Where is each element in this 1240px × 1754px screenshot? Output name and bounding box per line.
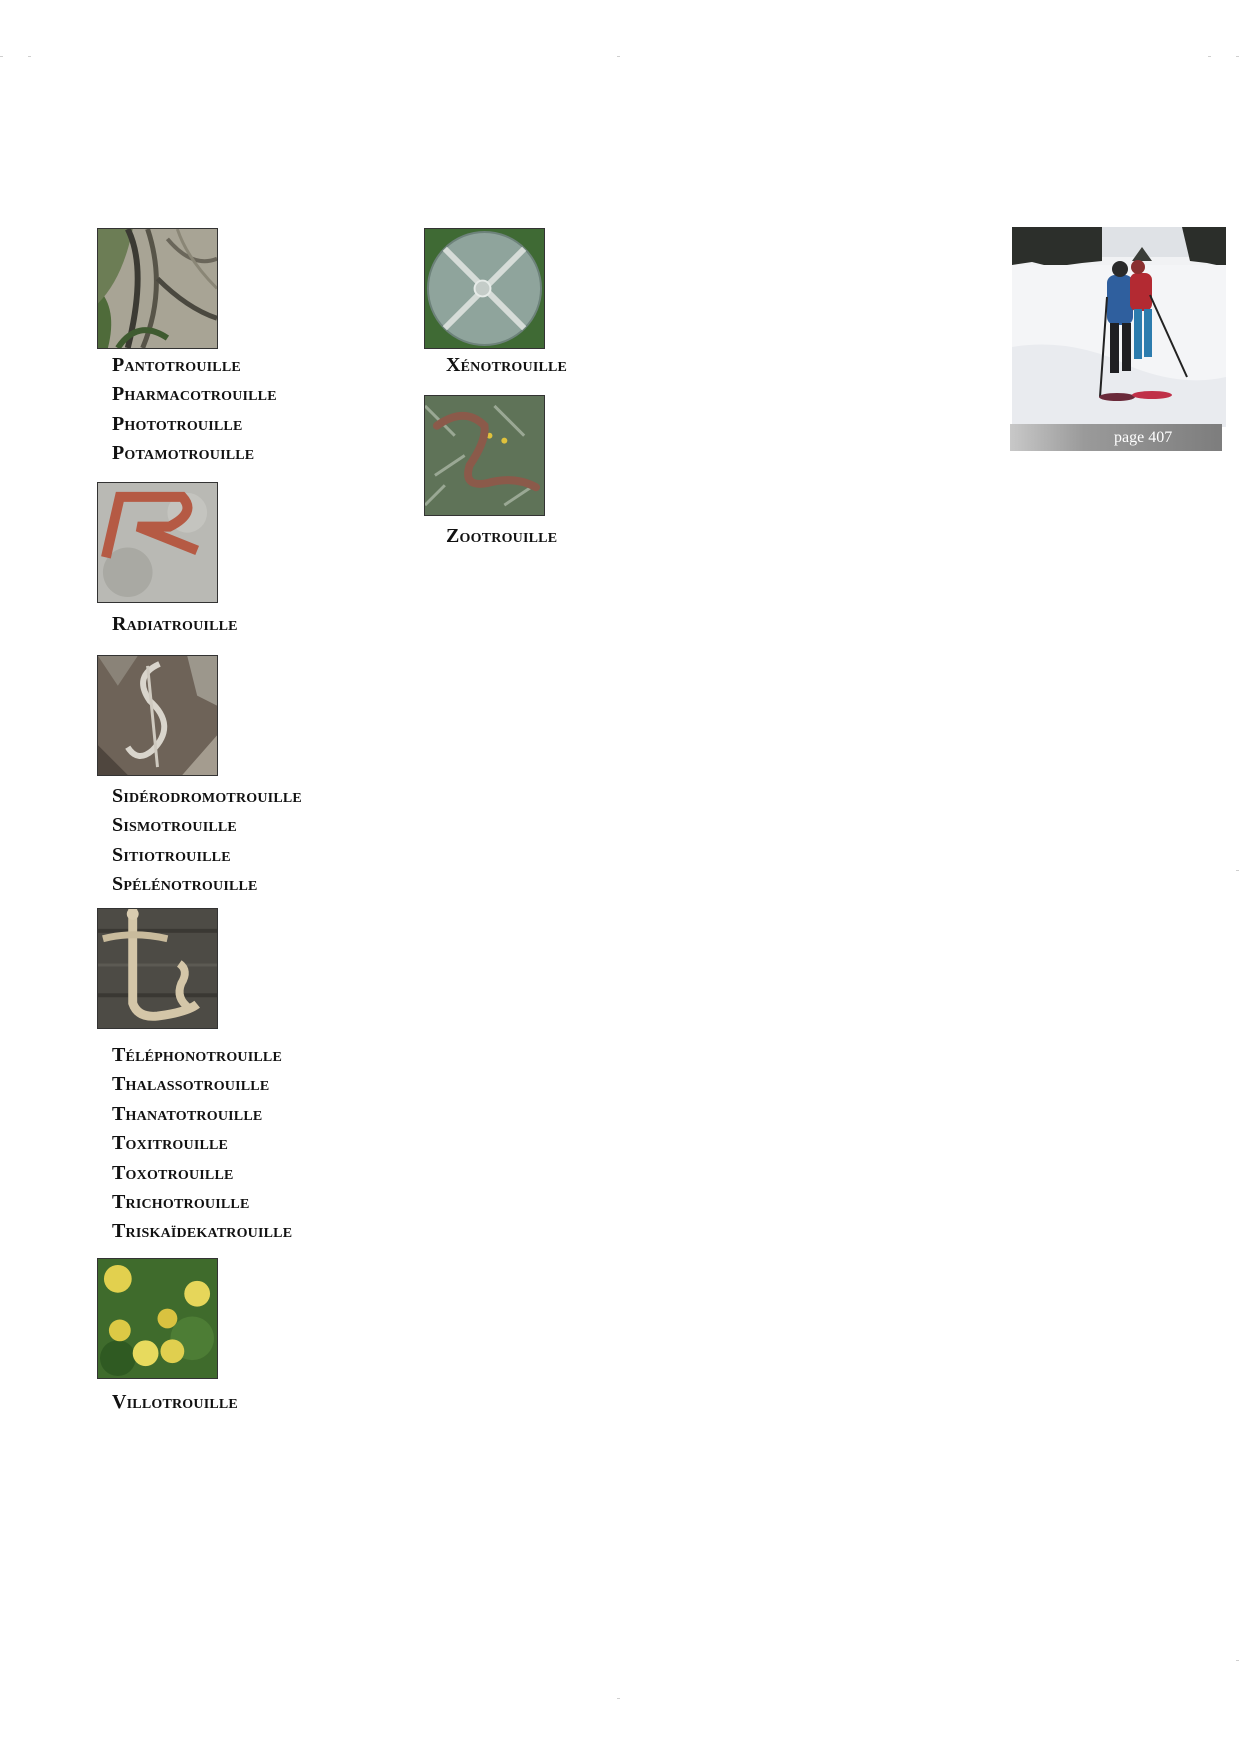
rope-t-letter-thumbnail — [97, 908, 218, 1029]
word-item: Pantotrouille — [112, 354, 241, 376]
word-item: Xénotrouille — [446, 354, 568, 376]
word-item: Sitiotrouille — [112, 843, 231, 866]
word-item: Villotrouille — [112, 1391, 238, 1413]
word-item: Triskaïdekatrouille — [112, 1220, 293, 1243]
crop-mark — [1208, 56, 1211, 57]
word-item: Radiatrouille — [112, 613, 238, 635]
rock-s-letter-thumbnail — [97, 655, 218, 776]
word-item: Zootrouille — [446, 525, 558, 547]
crop-mark — [0, 56, 3, 57]
word-item: Trichotrouille — [112, 1191, 250, 1214]
glass-disc-x-thumbnail — [424, 228, 545, 349]
word-list-x: Xénotrouille — [446, 351, 567, 380]
word-list-v: Villotrouille — [112, 1388, 238, 1417]
crop-mark — [28, 56, 31, 57]
word-item: Thalassotrouille — [112, 1073, 270, 1096]
crop-mark — [1236, 56, 1239, 57]
page-number: page 407 — [1114, 429, 1173, 446]
crop-mark — [617, 1698, 620, 1699]
painted-r-letter-thumbnail — [97, 482, 218, 603]
tree-roots-thumbnail — [97, 228, 218, 349]
word-item: Sidérodromotrouille — [112, 785, 302, 807]
crop-mark — [617, 56, 620, 57]
branch-z-letter-thumbnail — [424, 395, 545, 516]
word-item: Pharmacotrouille — [112, 383, 277, 406]
word-list-z: Zootrouille — [446, 522, 557, 551]
snowshoe-hikers-photo — [1012, 227, 1226, 427]
word-list-s: Sidérodromotrouille Sismotrouille Sitiot… — [112, 782, 302, 900]
word-list-t: Téléphonotrouille Thalassotrouille Thana… — [112, 1041, 292, 1247]
yellow-fruits-v-thumbnail — [97, 1258, 218, 1379]
word-item: Téléphonotrouille — [112, 1044, 282, 1066]
word-item: Toxitrouille — [112, 1132, 229, 1155]
word-item: Phototrouille — [112, 412, 243, 435]
word-item: Potamotrouille — [112, 442, 255, 465]
crop-mark — [1236, 1660, 1239, 1661]
word-item: Thanatotrouille — [112, 1102, 263, 1125]
word-item: Sismotrouille — [112, 814, 237, 837]
word-item: Toxotrouille — [112, 1161, 234, 1184]
word-list-p: Pantotrouille Pharmacotrouille Phototrou… — [112, 351, 277, 469]
crop-mark — [1236, 870, 1239, 871]
word-list-r: Radiatrouille — [112, 610, 238, 639]
word-item: Spélénotrouille — [112, 873, 258, 896]
